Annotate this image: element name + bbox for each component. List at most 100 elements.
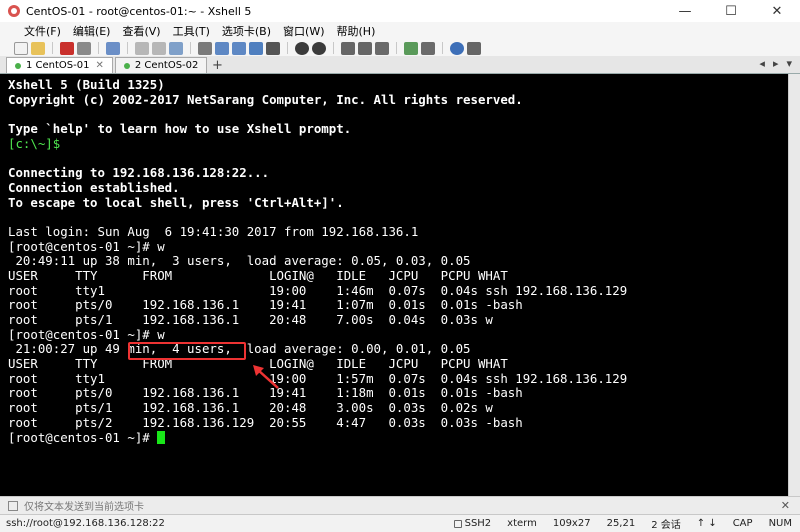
menu-view[interactable]: 查看(V): [116, 23, 166, 39]
menu-tabs[interactable]: 选项卡(B): [216, 23, 277, 39]
compose-close-icon[interactable]: ✕: [781, 499, 790, 512]
terminal-area[interactable]: Xshell 5 (Build 1325) Copyright (c) 2002-…: [0, 74, 800, 496]
add-tab-button[interactable]: +: [209, 57, 225, 73]
session-count: 2 会话: [651, 520, 681, 531]
menu-window[interactable]: 窗口(W): [277, 23, 330, 39]
terminal-scrollbar[interactable]: [788, 74, 800, 496]
menu-edit[interactable]: 编辑(E): [67, 23, 117, 39]
title-bar: CentOS-01 - root@centos-01:~ - Xshell 5 …: [0, 0, 800, 22]
scroll-arrows-icon[interactable]: ↑ ↓: [689, 518, 725, 529]
print-icon[interactable]: [198, 41, 212, 55]
menu-file[interactable]: 文件(F): [18, 23, 67, 39]
terminal-type: xterm: [507, 518, 537, 529]
tab-navigation: ◂ ▸ ▾: [759, 57, 792, 70]
terminal-size: 109x27: [552, 518, 591, 529]
compose-bar[interactable]: 仅将文本发送到当前选项卡 ✕: [0, 496, 800, 514]
menu-tools[interactable]: 工具(T): [167, 23, 216, 39]
toolbar-separator: [333, 42, 334, 54]
globe-icon[interactable]: [249, 41, 263, 55]
terminal-line: [root@centos-01 ~]# w: [8, 326, 165, 342]
disconnect-icon[interactable]: [60, 41, 74, 55]
chevron-right-icon[interactable]: ▸: [773, 57, 779, 70]
terminal-line: 21:00:27 up 49 min, 4 users, load averag…: [8, 341, 471, 357]
copy-icon[interactable]: [135, 41, 149, 55]
maximize-button[interactable]: ☐: [708, 0, 754, 22]
properties-icon[interactable]: [106, 41, 120, 55]
session-tab-bar: 1 CentOS-01 ✕ 2 CentOS-02 + ◂ ▸ ▾: [0, 56, 800, 74]
reconnect-icon[interactable]: [77, 41, 91, 55]
terminal-line: Last login: Sun Aug 6 19:41:30 2017 from…: [8, 223, 419, 239]
layout-icon[interactable]: [421, 41, 435, 55]
lock-screen-icon[interactable]: [358, 41, 372, 55]
terminal-line: Xshell 5 (Build 1325): [8, 77, 165, 92]
fullscreen-icon[interactable]: [341, 41, 355, 55]
annotation-highlight-box: [128, 342, 246, 360]
terminal-line: Copyright (c) 2002-2017 NetSarang Comput…: [8, 91, 523, 107]
keyboard-icon[interactable]: [375, 41, 389, 55]
terminal-line: root tty1 19:00 1:57m 0.07s 0.04s ssh 19…: [8, 370, 628, 386]
find-icon[interactable]: [169, 41, 183, 55]
color-scheme-icon[interactable]: [232, 41, 246, 55]
terminal-prompt-line: [root@centos-01 ~]#: [8, 429, 788, 446]
minimize-button[interactable]: —: [662, 0, 708, 22]
chevron-left-icon[interactable]: ◂: [759, 57, 765, 70]
paste-icon[interactable]: [152, 41, 166, 55]
terminal-line: USER TTY FROM LOGIN@ IDLE JCPU PCPU WHAT: [8, 356, 508, 372]
toolbar-separator: [190, 42, 191, 54]
options-icon[interactable]: [467, 41, 481, 55]
toolbar-separator: [287, 42, 288, 54]
caps-lock-indicator: CAP: [732, 518, 753, 529]
connection-string: ssh://root@192.168.136.128:22: [6, 518, 165, 529]
menu-help[interactable]: 帮助(H): [331, 23, 382, 39]
transfer-icon[interactable]: [312, 41, 326, 55]
new-session-icon[interactable]: [14, 41, 28, 55]
toolbar-separator: [98, 42, 99, 54]
open-folder-icon[interactable]: [31, 41, 45, 55]
terminal-line: Connecting to 192.168.136.128:22...: [8, 165, 270, 181]
annotation-arrow-icon: [253, 365, 279, 389]
menu-bar: 文件(F) 编辑(E) 查看(V) 工具(T) 选项卡(B) 窗口(W) 帮助(…: [0, 22, 800, 40]
toolbar-separator: [52, 42, 53, 54]
window-controls: — ☐ ✕: [662, 0, 800, 22]
toolbar-separator: [396, 42, 397, 54]
xshell-app-icon: [8, 5, 20, 17]
terminal-output[interactable]: Xshell 5 (Build 1325) Copyright (c) 2002-…: [8, 77, 788, 446]
terminal-line: root tty1 19:00 1:46m 0.07s 0.04s ssh 19…: [8, 282, 628, 298]
tab-close-icon[interactable]: ✕: [96, 60, 104, 71]
tab-label: 1 CentOS-01: [26, 60, 90, 71]
tab-centos-02[interactable]: 2 CentOS-02: [114, 57, 208, 73]
connected-status-icon: [15, 62, 21, 69]
toolbar-separator: [442, 42, 443, 54]
status-bar: ssh://root@192.168.136.128:22 SSH2 xterm…: [0, 514, 800, 532]
font-icon[interactable]: [215, 41, 229, 55]
terminal-line: Type `help' to learn how to use Xshell p…: [8, 121, 352, 137]
protocol-status: SSH2: [446, 518, 500, 529]
shell-prompt: [root@centos-01 ~]#: [8, 429, 158, 445]
terminal-line: [c:\~]$: [8, 135, 61, 151]
add-tab-icon[interactable]: [404, 41, 418, 55]
lock-icon: [453, 519, 462, 528]
help-icon[interactable]: [450, 41, 464, 55]
terminal-line: root pts/0 192.168.136.1 19:41 1:07m 0.0…: [8, 297, 523, 313]
close-button[interactable]: ✕: [754, 0, 800, 22]
tab-list-icon[interactable]: ▾: [786, 57, 792, 70]
terminal-line: root pts/2 192.168.136.129 20:55 4:47 0.…: [8, 414, 523, 430]
tab-centos-01[interactable]: 1 CentOS-01 ✕: [6, 57, 113, 73]
terminal-cursor: [157, 430, 166, 444]
cursor-position: 25,21: [606, 518, 636, 529]
toolbar-separator: [127, 42, 128, 54]
terminal-line: root pts/1 192.168.136.1 20:48 3.00s 0.0…: [8, 400, 493, 416]
toolbar: [0, 40, 800, 56]
script-icon[interactable]: [266, 41, 280, 55]
terminal-line: 20:49:11 up 38 min, 3 users, load averag…: [8, 253, 471, 269]
protocol-label: SSH2: [464, 518, 492, 529]
xftp-icon[interactable]: [295, 41, 309, 55]
tab-label: 2 CentOS-02: [134, 60, 199, 71]
terminal-line: Connection established.: [8, 179, 180, 195]
window-title: CentOS-01 - root@centos-01:~ - Xshell 5: [26, 4, 252, 18]
connected-status-icon: [123, 62, 130, 69]
num-lock-indicator: NUM: [768, 518, 792, 529]
